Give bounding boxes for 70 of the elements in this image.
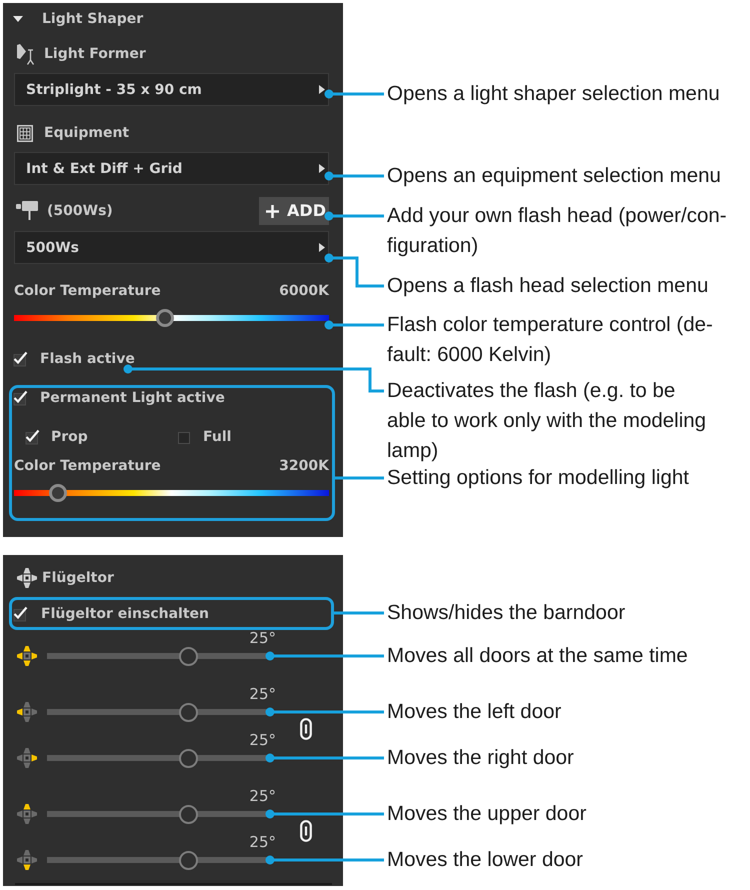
caret-icon[interactable] bbox=[13, 16, 23, 22]
checkbox[interactable] bbox=[13, 606, 28, 622]
slider-thumb[interactable] bbox=[178, 804, 198, 824]
slider-value: 6000K bbox=[279, 282, 329, 301]
slider-value: 25° bbox=[249, 630, 276, 646]
callout-text: Moves the upper door bbox=[387, 801, 586, 827]
callout-text: Opens an equipment selection menu bbox=[387, 163, 721, 189]
four-way-arrows-icon bbox=[16, 849, 38, 871]
checkbox[interactable] bbox=[25, 429, 40, 445]
slider-value: 3200K bbox=[279, 457, 329, 476]
callout-text: Moves all doors at the same time bbox=[387, 643, 688, 669]
light-stand-icon bbox=[17, 44, 35, 64]
checkbox-label: Full bbox=[203, 428, 232, 447]
leader-line bbox=[324, 90, 384, 98]
callout-text: Setting options for modelling light bbox=[387, 465, 689, 491]
callout-text: Shows/hides the barndoor bbox=[387, 600, 626, 626]
slider-value: 25° bbox=[249, 834, 276, 850]
caret-icon bbox=[319, 85, 325, 94]
field-label: Color Temperature bbox=[14, 457, 161, 476]
slider-thumb[interactable] bbox=[178, 646, 198, 666]
slider-thumb[interactable] bbox=[156, 309, 174, 327]
section-title: Flügeltor bbox=[42, 569, 114, 588]
field-label: Equipment bbox=[44, 124, 130, 143]
slider-track[interactable] bbox=[14, 483, 329, 503]
slider-thumb[interactable] bbox=[178, 850, 198, 870]
slider-value: 25° bbox=[249, 732, 276, 748]
callout-text: Moves the lower door bbox=[387, 847, 583, 873]
chain-link-icon[interactable] bbox=[300, 820, 312, 842]
plus-icon bbox=[266, 204, 280, 218]
field-label: Color Temperature bbox=[14, 282, 161, 301]
caret-icon bbox=[319, 164, 325, 173]
chain-link-icon[interactable] bbox=[300, 718, 312, 740]
callout-text: Opens a flash head selection menu bbox=[387, 273, 708, 299]
checkbox-label: Flash active bbox=[40, 350, 135, 369]
four-way-arrows-icon bbox=[16, 645, 38, 667]
slider-track[interactable] bbox=[14, 308, 329, 328]
field-label: Light Former bbox=[44, 45, 146, 64]
leader-line bbox=[324, 212, 384, 220]
grid-icon bbox=[17, 124, 33, 142]
callout-text: Flash color temperature control (de- fault: 6000 Kelvin) bbox=[387, 312, 713, 368]
leader-line bbox=[324, 172, 384, 180]
checkbox-label: Flügeltor einschalten bbox=[41, 604, 209, 624]
slider-thumb[interactable] bbox=[178, 702, 198, 722]
four-way-arrows-icon bbox=[16, 567, 38, 589]
checkbox-label: Permanent Light active bbox=[40, 389, 225, 408]
checkbox-label: Prop bbox=[51, 428, 88, 447]
slider-value: 25° bbox=[249, 788, 276, 804]
four-way-arrows-icon bbox=[16, 747, 38, 769]
callout-text: Deactivates the flash (e.g. to be able to work only with the modeling lamp) bbox=[387, 378, 706, 464]
dropdown[interactable]: Striplight - 35 x 90 cm bbox=[14, 73, 329, 106]
slider-value: 25° bbox=[249, 686, 276, 702]
slider-thumb[interactable] bbox=[49, 484, 68, 502]
section-title: Light Shaper bbox=[42, 10, 144, 29]
dropdown[interactable]: 500Ws bbox=[14, 231, 329, 264]
callout-text: Moves the left door bbox=[387, 699, 562, 725]
field-label: (500Ws) bbox=[47, 202, 113, 221]
lamp-icon bbox=[15, 201, 38, 221]
callout-text: Add your own flash head (power/con- figuration) bbox=[387, 203, 727, 259]
four-way-arrows-icon bbox=[16, 803, 38, 825]
dropdown[interactable]: Int & Ext Diff + Grid bbox=[14, 152, 329, 185]
checkbox[interactable] bbox=[13, 390, 28, 406]
caret-icon bbox=[319, 243, 325, 252]
leader-line bbox=[324, 320, 384, 330]
add-button[interactable]: ADD bbox=[259, 197, 329, 225]
checkbox[interactable] bbox=[177, 429, 192, 445]
callout-text: Opens a light shaper selection menu bbox=[387, 81, 720, 107]
checkbox[interactable] bbox=[13, 351, 28, 367]
slider-thumb[interactable] bbox=[178, 748, 198, 768]
callout-text: Moves the right door bbox=[387, 745, 574, 771]
four-way-arrows-icon bbox=[16, 701, 38, 723]
